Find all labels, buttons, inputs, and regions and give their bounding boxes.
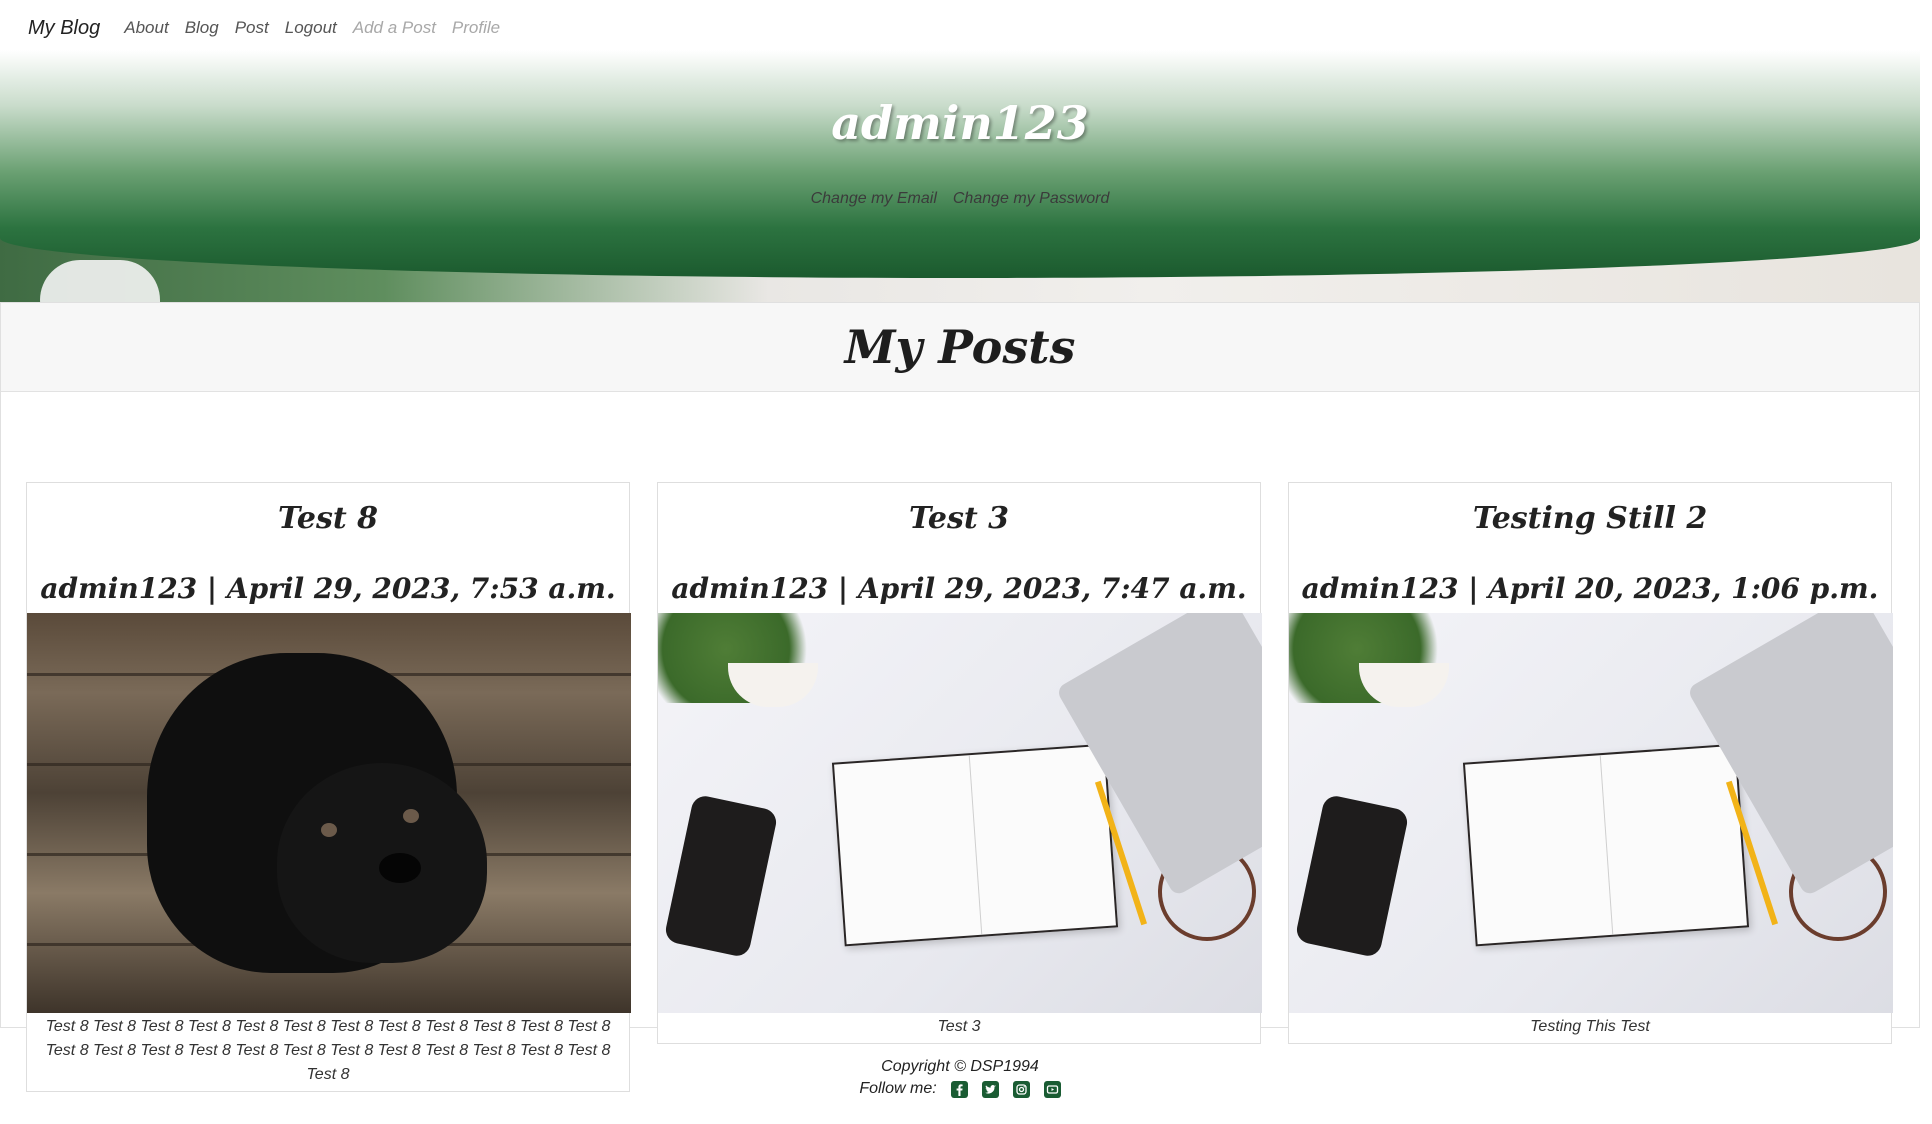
post-title[interactable]: Test 8 — [27, 491, 629, 547]
nav-profile[interactable]: Profile — [452, 18, 500, 38]
nav-post[interactable]: Post — [235, 18, 269, 38]
top-navbar: My Blog About Blog Post Logout Add a Pos… — [28, 12, 500, 44]
post-card[interactable]: Test 8 admin123 | April 29, 2023, 7:53 a… — [26, 482, 631, 1092]
brand-link[interactable]: My Blog — [28, 17, 100, 40]
change-password-link[interactable]: Change my Password — [953, 190, 1110, 208]
post-body: Testing This Test — [1530, 1018, 1650, 1035]
notebook-decoration — [831, 743, 1119, 947]
nav-about[interactable]: About — [124, 18, 168, 38]
social-row: Follow me: — [0, 1080, 1920, 1098]
post-title[interactable]: Testing Still 2 — [1289, 491, 1891, 547]
change-email-link[interactable]: Change my Email — [811, 190, 937, 208]
post-card[interactable]: Test 3 admin123 | April 29, 2023, 7:47 a… — [657, 482, 1262, 1044]
copyright-text: Copyright © DSP1994 — [881, 1058, 1039, 1075]
post-card[interactable]: Testing Still 2 admin123 | April 20, 202… — [1288, 482, 1893, 1044]
post-image[interactable] — [27, 613, 631, 1013]
follow-label: Follow me: — [859, 1080, 937, 1097]
post-image[interactable] — [1289, 613, 1893, 1013]
nav-logout[interactable]: Logout — [285, 18, 337, 38]
section-title: My Posts — [844, 320, 1076, 374]
facebook-icon[interactable] — [950, 1080, 968, 1098]
instagram-icon[interactable] — [1012, 1080, 1030, 1098]
phone-decoration — [1294, 793, 1410, 959]
phone-decoration — [663, 793, 779, 959]
post-image[interactable] — [658, 613, 1262, 1013]
puppy-eye — [403, 809, 419, 823]
page-footer: Copyright © DSP1994 Follow me: — [0, 1058, 1920, 1098]
profile-username: admin123 — [831, 96, 1089, 150]
post-body: Test 3 — [937, 1018, 981, 1035]
nav-blog[interactable]: Blog — [185, 18, 219, 38]
post-meta: admin123 | April 29, 2023, 7:53 a.m. — [40, 572, 616, 605]
profile-links: Change my Email Change my Password — [0, 190, 1920, 208]
twitter-icon[interactable] — [981, 1080, 999, 1098]
youtube-icon[interactable] — [1043, 1080, 1061, 1098]
post-meta: admin123 | April 29, 2023, 7:47 a.m. — [671, 572, 1247, 605]
post-title[interactable]: Test 3 — [658, 491, 1260, 547]
post-meta: admin123 | April 20, 2023, 1:06 p.m. — [1301, 572, 1879, 605]
puppy-nose — [379, 853, 421, 883]
nav-add-post[interactable]: Add a Post — [353, 18, 436, 38]
notebook-decoration — [1462, 743, 1750, 947]
my-posts-panel: My Posts Test 8 admin123 | April 29, 202… — [0, 302, 1920, 1092]
panel-header: My Posts — [1, 303, 1919, 392]
puppy-eye — [321, 823, 337, 837]
